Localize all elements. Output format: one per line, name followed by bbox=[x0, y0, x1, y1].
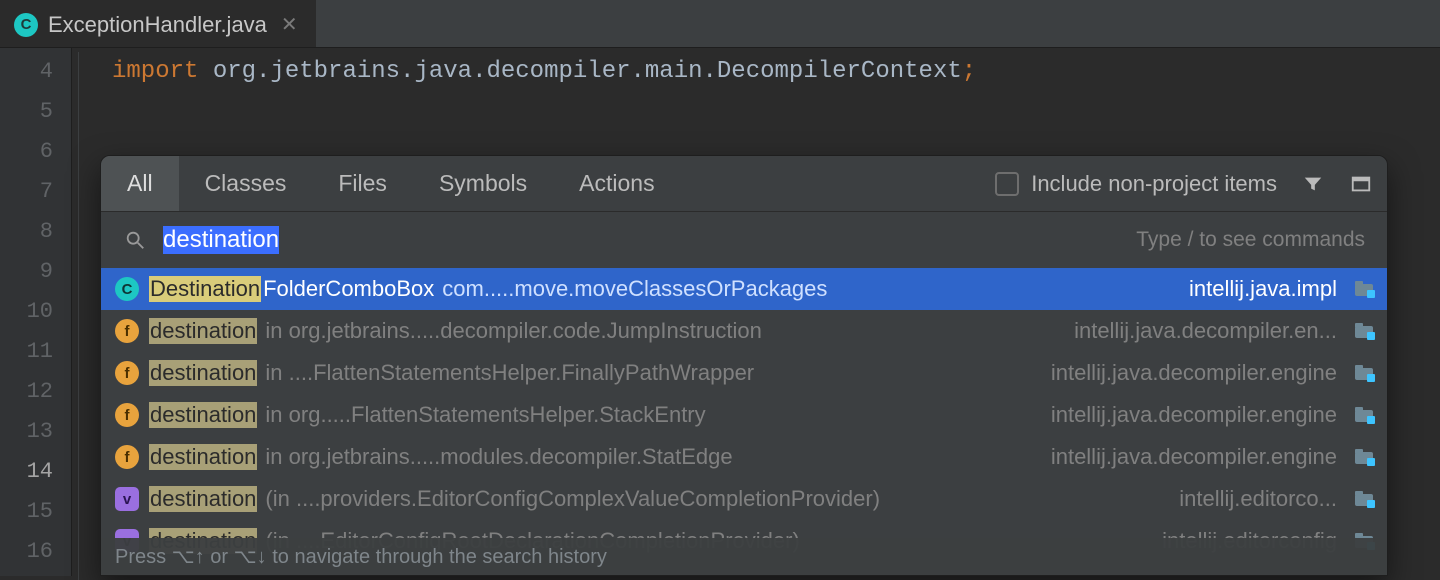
match-highlight: destination bbox=[149, 318, 257, 344]
result-main: destination (in ....providers.EditorConf… bbox=[149, 486, 1157, 512]
include-label: Include non-project items bbox=[1031, 171, 1277, 197]
field-icon: f bbox=[115, 403, 139, 427]
module-folder-icon bbox=[1355, 408, 1373, 422]
var-icon: v bbox=[115, 487, 139, 511]
result-row[interactable]: f destination in org.jetbrains.....module… bbox=[101, 436, 1387, 478]
field-icon: f bbox=[115, 361, 139, 385]
result-context: in org.jetbrains.....decompiler.code.Jum… bbox=[265, 318, 761, 344]
result-row[interactable]: C DestinationFolderComboBox com.....move.… bbox=[101, 268, 1387, 310]
result-module: intellij.java.impl bbox=[1189, 276, 1337, 302]
line-number[interactable]: 16 bbox=[0, 532, 71, 572]
search-everywhere-popup: AllClassesFilesSymbolsActions Include no… bbox=[100, 155, 1388, 576]
result-module: intellij.java.decompiler.en... bbox=[1074, 318, 1337, 344]
results-list: C DestinationFolderComboBox com.....move.… bbox=[101, 268, 1387, 575]
search-row: Type / to see commands bbox=[101, 212, 1387, 268]
line-number[interactable]: 13 bbox=[0, 412, 71, 452]
line-number[interactable]: 10 bbox=[0, 292, 71, 332]
checkbox-icon[interactable] bbox=[995, 172, 1019, 196]
close-icon[interactable]: ✕ bbox=[277, 12, 302, 37]
class-icon: C bbox=[115, 277, 139, 301]
module-folder-icon bbox=[1355, 366, 1373, 380]
filter-icon[interactable] bbox=[1301, 172, 1325, 196]
module-folder-icon bbox=[1355, 282, 1373, 296]
result-row[interactable]: f destination in org.....FlattenStatement… bbox=[101, 394, 1387, 436]
module-folder-icon bbox=[1355, 492, 1373, 506]
editor-area: 45678910111213141516 import org.jetbrain… bbox=[0, 48, 1440, 576]
result-main: destination in ....FlattenStatementsHelp… bbox=[149, 360, 1029, 386]
match-highlight: destination bbox=[149, 444, 257, 470]
popup-tab-actions[interactable]: Actions bbox=[553, 156, 680, 211]
popup-tab-files[interactable]: Files bbox=[312, 156, 413, 211]
keyword: import bbox=[112, 58, 198, 85]
popup-tab-symbols[interactable]: Symbols bbox=[413, 156, 553, 211]
search-icon bbox=[123, 228, 147, 252]
line-gutter: 45678910111213141516 bbox=[0, 48, 72, 576]
line-number[interactable]: 12 bbox=[0, 372, 71, 412]
result-main: destination in org.....FlattenStatements… bbox=[149, 402, 1029, 428]
popup-tab-bar: AllClassesFilesSymbolsActions Include no… bbox=[101, 156, 1387, 212]
search-input[interactable] bbox=[163, 226, 1120, 254]
result-main: destination in org.jetbrains.....modules… bbox=[149, 444, 1029, 470]
result-row[interactable]: v destination (in ....providers.EditorCon… bbox=[101, 478, 1387, 520]
line-number[interactable]: 14 bbox=[0, 452, 71, 492]
result-main: DestinationFolderComboBox com.....move.m… bbox=[149, 276, 1167, 302]
result-module: intellij.java.decompiler.engine bbox=[1051, 444, 1337, 470]
gutter-divider bbox=[78, 52, 79, 580]
line-number[interactable]: 15 bbox=[0, 492, 71, 532]
result-context: in org.jetbrains.....modules.decompiler.… bbox=[265, 444, 732, 470]
match-highlight: destination bbox=[149, 486, 257, 512]
editor-tab[interactable]: C ExceptionHandler.java ✕ bbox=[0, 0, 316, 47]
line-number[interactable]: 5 bbox=[0, 92, 71, 132]
result-main: destination in org.jetbrains.....decompi… bbox=[149, 318, 1052, 344]
match-highlight: Destination bbox=[149, 276, 261, 302]
semicolon: ; bbox=[962, 58, 976, 85]
module-folder-icon bbox=[1355, 324, 1373, 338]
match-highlight: destination bbox=[149, 360, 257, 386]
footer-hint: Press ⌥↑ or ⌥↓ to navigate through the s… bbox=[101, 538, 1387, 575]
class-icon: C bbox=[14, 13, 38, 37]
open-in-window-icon[interactable] bbox=[1349, 172, 1373, 196]
popup-tab-all[interactable]: All bbox=[101, 156, 179, 211]
line-number[interactable]: 7 bbox=[0, 172, 71, 212]
line-number[interactable]: 8 bbox=[0, 212, 71, 252]
field-icon: f bbox=[115, 445, 139, 469]
result-row[interactable]: f destination in org.jetbrains.....decomp… bbox=[101, 310, 1387, 352]
result-context: com.....move.moveClassesOrPackages bbox=[442, 276, 827, 302]
result-context: (in ....providers.EditorConfigComplexVal… bbox=[265, 486, 880, 512]
module-folder-icon bbox=[1355, 450, 1373, 464]
result-context: in ....FlattenStatementsHelper.FinallyPa… bbox=[265, 360, 754, 386]
result-rest: FolderComboBox bbox=[263, 276, 434, 302]
include-non-project-toggle[interactable]: Include non-project items bbox=[995, 171, 1277, 197]
line-number[interactable]: 6 bbox=[0, 132, 71, 172]
popup-tab-classes[interactable]: Classes bbox=[179, 156, 313, 211]
result-row[interactable]: f destination in ....FlattenStatementsHel… bbox=[101, 352, 1387, 394]
result-module: intellij.editorco... bbox=[1179, 486, 1337, 512]
line-number[interactable]: 4 bbox=[0, 52, 71, 92]
result-module: intellij.java.decompiler.engine bbox=[1051, 402, 1337, 428]
tab-filename: ExceptionHandler.java bbox=[48, 12, 267, 38]
code-text: org.jetbrains.java.decompiler.main.Decom… bbox=[198, 58, 961, 85]
line-number[interactable]: 9 bbox=[0, 252, 71, 292]
result-context: in org.....FlattenStatementsHelper.Stack… bbox=[265, 402, 705, 428]
match-highlight: destination bbox=[149, 402, 257, 428]
result-module: intellij.java.decompiler.engine bbox=[1051, 360, 1337, 386]
editor-tab-bar: C ExceptionHandler.java ✕ bbox=[0, 0, 1440, 48]
line-number[interactable]: 11 bbox=[0, 332, 71, 372]
field-icon: f bbox=[115, 319, 139, 343]
search-hint: Type / to see commands bbox=[1136, 228, 1365, 252]
